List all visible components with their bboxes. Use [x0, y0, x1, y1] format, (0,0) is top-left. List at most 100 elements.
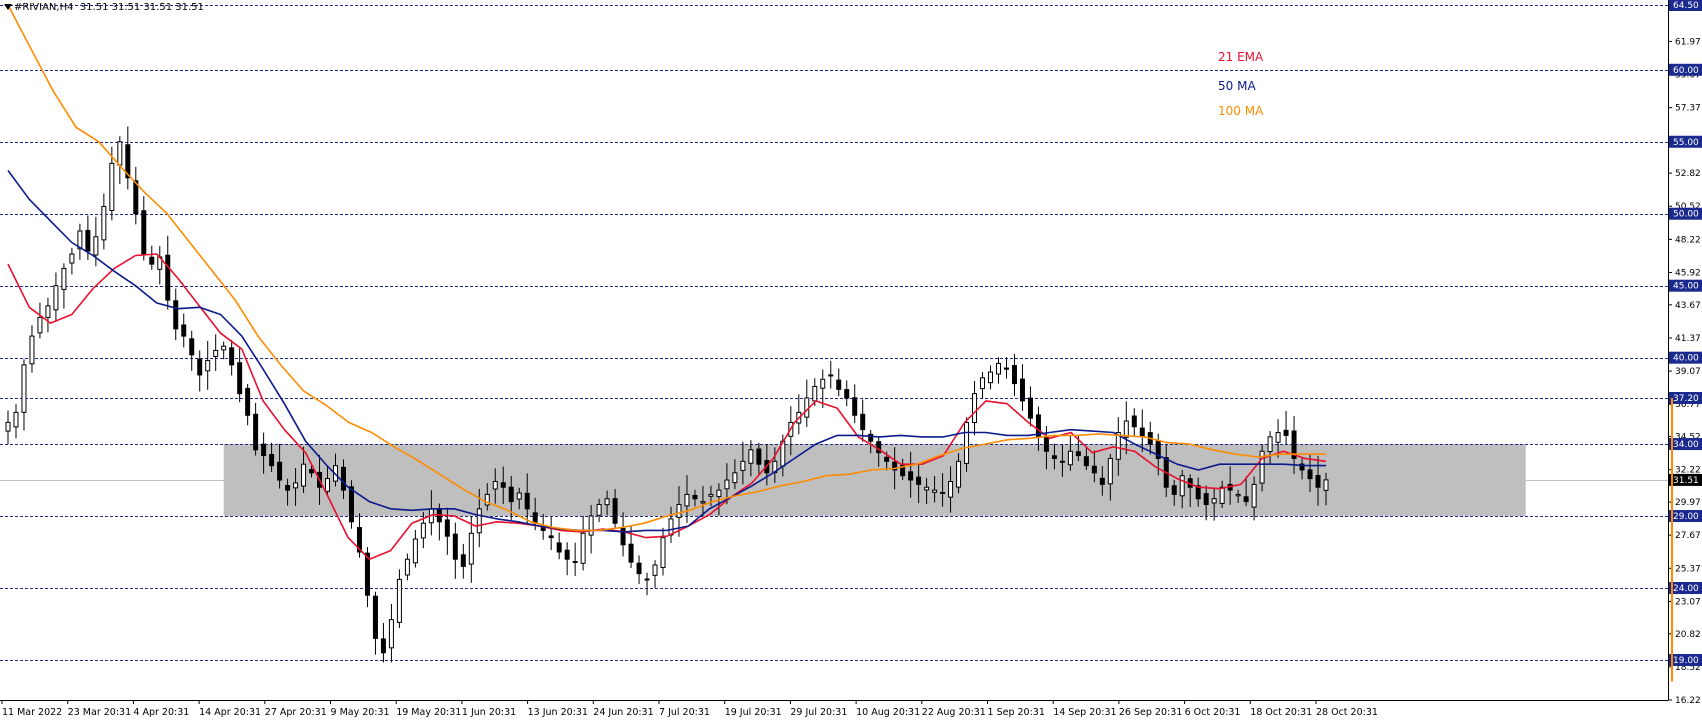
x-tick-label: 27 Apr 20:31 [265, 707, 327, 718]
candle-body [1027, 397, 1033, 419]
candle-body [197, 358, 203, 376]
candle-body [165, 254, 171, 301]
candle-body [668, 518, 674, 536]
candle-body [117, 141, 123, 166]
candle-body [37, 316, 43, 334]
price-tag-label: 29.00 [1673, 512, 1699, 522]
candle-body [293, 482, 299, 489]
chart-header[interactable]: #RIVIAN,H4 31.51 31.51 31.51 31.51 [4, 2, 204, 13]
symbol-label: #RIVIAN,H4 [14, 2, 74, 13]
candle-body [189, 338, 195, 356]
candle-body [740, 460, 746, 471]
candle-body [61, 267, 67, 290]
candle-body [828, 374, 834, 377]
candle-body [980, 377, 986, 390]
ohlc-values: 31.51 31.51 31.51 31.51 [79, 2, 204, 13]
candle-body [1059, 460, 1065, 463]
candle-body [5, 421, 11, 432]
candle-body [604, 498, 610, 506]
candle-body [1051, 455, 1057, 459]
candle-body [45, 305, 51, 318]
dropdown-triangle-icon[interactable] [4, 4, 12, 10]
y-tick-label: 41.37 [1675, 334, 1701, 344]
candle-body [476, 508, 482, 534]
candle-body [868, 433, 874, 442]
candle-body [1283, 429, 1289, 436]
price-tag-label: 55.00 [1673, 138, 1699, 148]
candle-body [1011, 365, 1017, 385]
candle-body [1323, 479, 1329, 491]
price-tag-label: 40.00 [1673, 354, 1699, 364]
candle-body [932, 489, 938, 493]
candle-body [404, 558, 410, 576]
candle-body [500, 482, 506, 488]
candle-body [101, 206, 107, 241]
candle-body [181, 324, 187, 337]
candle-body [956, 460, 962, 488]
candle-body [972, 393, 978, 423]
candle-body [516, 492, 522, 500]
candle-body [141, 210, 147, 255]
x-tick-label: 4 Apr 20:31 [133, 707, 189, 718]
candle-body [916, 476, 922, 485]
candle-body [253, 413, 259, 451]
candle-body [1003, 367, 1009, 370]
candle-body [692, 494, 698, 500]
x-tick-label: 14 Apr 20:31 [199, 707, 261, 718]
candle-body [213, 349, 219, 357]
candle-body [852, 397, 858, 416]
x-tick-label: 10 Aug 20:31 [856, 707, 920, 718]
candle-body [1043, 437, 1049, 452]
candle-body [53, 285, 59, 311]
x-tick-label: 18 Oct 20:31 [1250, 707, 1312, 718]
candle-body [724, 479, 730, 490]
candle-body [444, 519, 450, 537]
candle-body [1067, 450, 1073, 466]
y-tick-label: 20.82 [1675, 630, 1701, 640]
candle-body [1267, 436, 1273, 453]
candle-body [29, 335, 35, 365]
candle-body [1099, 477, 1105, 485]
candle-body [69, 253, 75, 264]
y-tick-label: 25.37 [1675, 564, 1701, 574]
legend-21-ema: 21 EMA [1218, 50, 1264, 64]
candle-body [1179, 475, 1185, 497]
y-tick-label: 27.67 [1675, 531, 1701, 541]
candle-body [229, 347, 235, 366]
candle-body [636, 562, 642, 575]
y-tick-label: 45.92 [1675, 268, 1701, 278]
candle-body [820, 378, 826, 389]
price-chart[interactable]: 64.5061.9759.6757.3754.9252.8250.5248.22… [0, 0, 1702, 726]
candle-body [261, 443, 267, 457]
candle-body [1203, 493, 1209, 506]
candle-body [460, 554, 466, 567]
candle-body [748, 449, 754, 464]
candle-body [468, 532, 474, 565]
candle-body [309, 469, 315, 474]
price-tag-label: 34.00 [1673, 440, 1699, 450]
candle-body [492, 480, 498, 490]
candle-body [508, 486, 514, 503]
candle-body [388, 619, 394, 649]
x-tick-label: 26 Sep 20:31 [1119, 707, 1182, 718]
candle-body [1275, 432, 1281, 443]
x-tick-label: 13 Jun 20:31 [528, 707, 588, 718]
candle-body [420, 522, 426, 539]
candle-body [948, 480, 954, 498]
candle-body [524, 492, 530, 510]
candle-body [652, 564, 658, 576]
chart-root: 64.5061.9759.6757.3754.9252.8250.5248.22… [0, 0, 1702, 726]
candle-body [684, 493, 690, 507]
y-tick-label: 39.07 [1675, 367, 1701, 377]
x-tick-label: 28 Oct 20:31 [1316, 707, 1378, 718]
candle-body [564, 549, 570, 560]
candle-body [548, 535, 554, 539]
candle-body [133, 180, 139, 215]
candle-body [93, 236, 99, 256]
candle-body [940, 491, 946, 494]
candle-body [380, 638, 386, 654]
candle-body [1107, 457, 1113, 485]
x-tick-label: 1 Sep 20:31 [988, 707, 1045, 718]
candle-body [1139, 427, 1145, 438]
x-tick-label: 19 Jul 20:31 [725, 707, 782, 718]
